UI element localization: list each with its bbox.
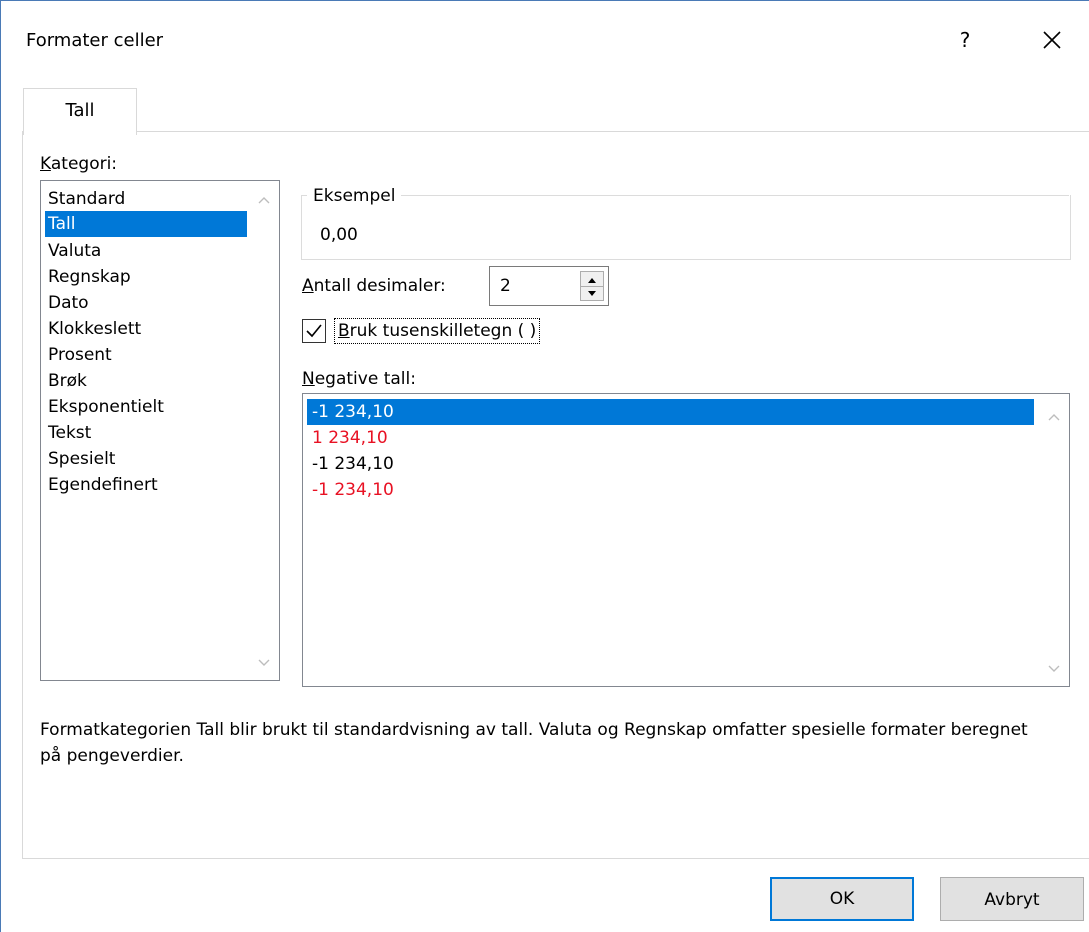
category-item-brok[interactable]: Brøk <box>45 368 87 394</box>
category-item-egendefinert[interactable]: Egendefinert <box>45 472 158 498</box>
category-label-rest: ategori: <box>50 154 118 174</box>
decimals-input[interactable]: 2 <box>500 274 511 298</box>
category-label-mnemonic: K <box>40 154 51 174</box>
negative-option-3[interactable]: -1 234,10 <box>307 451 394 477</box>
sample-value: 0,00 <box>320 225 358 245</box>
checkmark-icon <box>306 324 322 338</box>
thousands-label-rest: ruk tusenskilletegn ( ) <box>349 321 537 341</box>
category-item-spesielt[interactable]: Spesielt <box>45 446 115 472</box>
negative-option-4[interactable]: -1 234,10 <box>307 477 394 503</box>
dialog-title: Formater celler <box>26 30 164 51</box>
category-item-eksponentielt[interactable]: Eksponentielt <box>45 394 164 420</box>
category-item-tekst[interactable]: Tekst <box>45 420 91 446</box>
category-item-klokkeslett[interactable]: Klokkeslett <box>45 316 141 342</box>
scroll-down-icon[interactable] <box>257 658 271 668</box>
decimals-stepper[interactable] <box>580 271 604 301</box>
decimals-label-rest: ntall desimaler: <box>313 276 446 296</box>
decimals-spinbox[interactable]: 2 <box>489 266 609 306</box>
sample-group <box>301 195 1071 260</box>
category-item-standard[interactable]: Standard <box>45 186 125 212</box>
scroll-up-icon[interactable] <box>1047 412 1061 422</box>
negative-label-mnemonic: N <box>302 369 315 389</box>
decimals-label: Antall desimaler: <box>302 275 446 297</box>
spin-down-button[interactable] <box>581 286 603 300</box>
sample-group-title: Eksempel <box>307 184 402 208</box>
category-list[interactable]: Standard Tall Valuta Regnskap Dato Klokk… <box>40 180 280 681</box>
negative-label-rest: egative tall: <box>314 369 416 389</box>
category-scrollbar[interactable] <box>249 181 279 680</box>
triangle-up-icon <box>588 278 596 283</box>
scroll-up-icon[interactable] <box>257 195 271 205</box>
category-item-tall[interactable]: Tall <box>45 211 247 237</box>
category-item-regnskap[interactable]: Regnskap <box>45 264 131 290</box>
triangle-down-icon <box>588 291 596 296</box>
tab-tall[interactable]: Tall <box>23 88 137 135</box>
thousands-separator-checkbox[interactable] <box>302 319 326 343</box>
category-item-prosent[interactable]: Prosent <box>45 342 112 368</box>
close-button[interactable] <box>1030 20 1074 60</box>
negative-numbers-label: Negative tall: <box>302 368 416 390</box>
negative-option-2[interactable]: 1 234,10 <box>307 425 388 451</box>
negative-option-1[interactable]: -1 234,10 <box>307 399 1034 425</box>
negative-scrollbar[interactable] <box>1039 394 1069 686</box>
category-item-dato[interactable]: Dato <box>45 290 89 316</box>
thousands-label-mnemonic: B <box>338 321 350 341</box>
thousands-separator-label[interactable]: Bruk tusenskilletegn ( ) <box>334 318 541 344</box>
category-label: Kategori: <box>40 153 117 175</box>
close-icon <box>1043 31 1061 49</box>
spin-up-button[interactable] <box>581 272 603 287</box>
window-border-top <box>0 0 1089 1</box>
category-description: Formatkategorien Tall blir brukt til sta… <box>40 720 1028 766</box>
negative-numbers-list[interactable]: -1 234,10 1 234,10 -1 234,10 -1 234,10 <box>302 393 1070 687</box>
ok-button[interactable]: OK <box>770 877 914 921</box>
decimals-label-mnemonic: A <box>302 276 314 296</box>
category-item-valuta[interactable]: Valuta <box>45 238 101 264</box>
help-button[interactable]: ? <box>950 20 980 60</box>
scroll-down-icon[interactable] <box>1047 664 1061 674</box>
window-border-left <box>0 0 1 932</box>
cancel-button[interactable]: Avbryt <box>940 877 1084 921</box>
